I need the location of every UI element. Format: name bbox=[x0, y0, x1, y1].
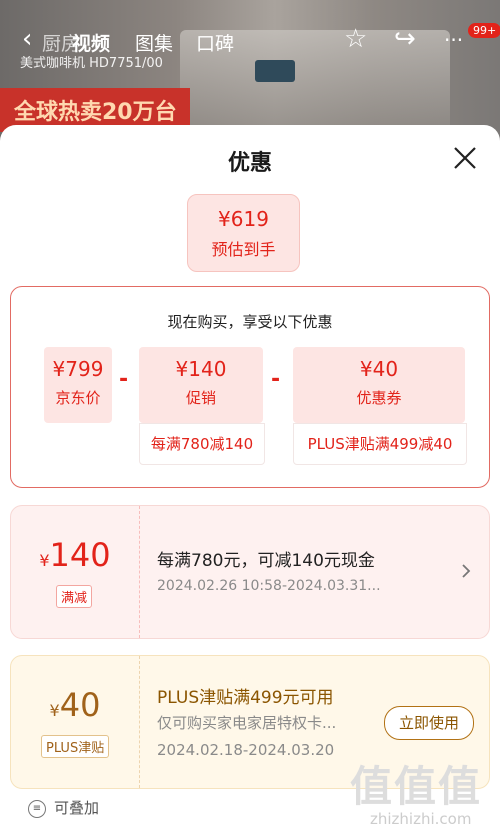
offer-amount: ¥40 bbox=[11, 686, 139, 724]
offer-amount: ¥140 bbox=[11, 536, 139, 574]
offer-description: 仅可购买家电家居特权卡... bbox=[157, 714, 337, 732]
watermark-logo: 值值值 bbox=[350, 762, 483, 811]
promo-label: 促销 bbox=[185, 389, 216, 407]
back-icon[interactable]: ‹ bbox=[22, 24, 32, 54]
base-price-label: 京东价 bbox=[55, 389, 101, 407]
currency-symbol: ¥ bbox=[49, 701, 60, 720]
stackable-note: ≡ 可叠加 bbox=[28, 797, 99, 818]
watermark-url: zhizhizhi.com bbox=[370, 810, 472, 828]
machine-display bbox=[255, 60, 295, 82]
stack-icon: ≡ bbox=[28, 799, 46, 818]
offer-title: 每满780元，可减140元现金 bbox=[157, 551, 375, 571]
base-price-value: ¥799 bbox=[52, 357, 104, 381]
offer-card-full-reduction[interactable]: ¥140 满减 每满780元，可减140元现金 2024.02.26 10:58… bbox=[10, 505, 490, 639]
base-price-chip: ¥799 京东价 bbox=[44, 347, 112, 423]
promo-banner-text: 全球热卖20万台 bbox=[14, 100, 177, 125]
stackable-label: 可叠加 bbox=[54, 799, 100, 817]
use-now-button[interactable]: 立即使用 bbox=[384, 706, 474, 740]
currency-symbol: ¥ bbox=[39, 551, 50, 570]
product-subtitle: 美式咖啡机 HD7751/00 bbox=[20, 56, 163, 71]
cart-badge: 99+ bbox=[468, 23, 500, 38]
promo-note: 每满780减140 bbox=[139, 423, 265, 465]
offer-validity: 2024.02.26 10:58-2024.03.31... bbox=[157, 578, 381, 594]
minus-sign: - bbox=[271, 367, 281, 392]
offer-amount-value: 140 bbox=[49, 536, 111, 574]
more-icon[interactable]: ··· bbox=[444, 28, 463, 52]
chevron-right-icon bbox=[462, 564, 471, 578]
promo-value: ¥140 bbox=[175, 357, 227, 381]
offer-tag: PLUS津贴 bbox=[41, 735, 110, 758]
breakdown-heading: 现在购买，享受以下优惠 bbox=[167, 313, 333, 331]
price-breakdown: 现在购买，享受以下优惠 ¥799 京东价 - ¥140 促销 每满780减140… bbox=[10, 286, 490, 488]
estimated-price-box: ¥619 预估到手 bbox=[187, 194, 300, 272]
offer-tag: 满减 bbox=[56, 585, 93, 608]
offer-amount-value: 40 bbox=[59, 686, 101, 724]
coupon-chip: ¥40 优惠券 bbox=[293, 347, 465, 423]
favorite-star-icon[interactable]: ☆ bbox=[344, 24, 367, 54]
estimated-price: ¥619 bbox=[218, 207, 269, 231]
discount-sheet: 优惠 ¥619 预估到手 现在购买，享受以下优惠 ¥799 京东价 - ¥140… bbox=[0, 125, 500, 833]
promo-chip: ¥140 促销 bbox=[139, 347, 263, 423]
offer-title: PLUS津贴满499元可用 bbox=[157, 688, 334, 708]
coupon-value: ¥40 bbox=[359, 357, 399, 381]
card-divider bbox=[139, 656, 140, 788]
close-icon[interactable] bbox=[452, 145, 478, 171]
offer-validity: 2024.02.18-2024.03.20 bbox=[157, 741, 335, 759]
share-icon[interactable]: ↪ bbox=[394, 24, 416, 54]
minus-sign: - bbox=[119, 367, 129, 392]
card-divider bbox=[139, 506, 140, 638]
coupon-note: PLUS津贴满499减40 bbox=[293, 423, 467, 465]
coupon-label: 优惠券 bbox=[356, 389, 402, 407]
estimated-price-label: 预估到手 bbox=[211, 240, 276, 259]
tab-reviews[interactable]: 口碑 bbox=[196, 29, 234, 56]
sheet-title: 优惠 bbox=[227, 151, 272, 176]
